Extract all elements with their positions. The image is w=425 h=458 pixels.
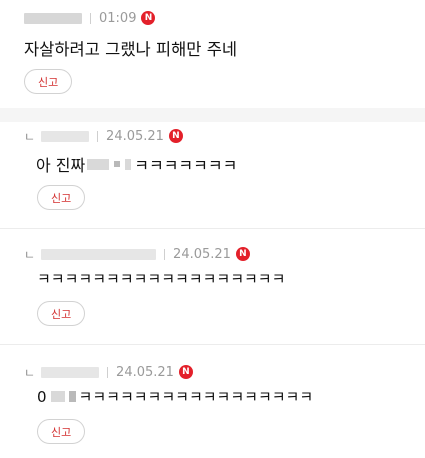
meta-divider: [90, 12, 91, 24]
report-button[interactable]: 신고: [24, 69, 73, 94]
reply-meta: ㄴ 24.05.21 N: [24, 363, 193, 381]
report-button[interactable]: 신고: [37, 419, 86, 444]
comment-list: 01:09 N 자살하려고 그랬나 피해만 주네 신고 ㄴ 24.05.21 N…: [0, 0, 425, 458]
comment-text-content: 자살하려고 그랬나 피해만 주네: [24, 40, 238, 59]
masked-text: [50, 391, 65, 402]
new-badge: N: [235, 247, 250, 261]
comment-text: 자살하려고 그랬나 피해만 주네: [24, 36, 237, 60]
divider-line: [0, 228, 425, 229]
masked-text: [68, 391, 76, 402]
reply-text-prefix: 아 진짜: [36, 156, 86, 175]
reply-meta: ㄴ 24.05.21 N: [24, 127, 183, 145]
reply-text-content: ㅋㅋㅋㅋㅋㅋㅋㅋㅋㅋㅋㅋㅋㅋㅋㅋㅋㅋ: [37, 270, 286, 288]
reply-text: 0 ㅋㅋㅋㅋㅋㅋㅋㅋㅋㅋㅋㅋㅋㅋㅋㅋㅋ: [37, 386, 313, 407]
reply-marker-icon: ㄴ: [24, 365, 36, 380]
reply-text: ㅋㅋㅋㅋㅋㅋㅋㅋㅋㅋㅋㅋㅋㅋㅋㅋㅋㅋ: [37, 268, 285, 289]
section-gap: [0, 108, 425, 122]
masked-username: [41, 366, 100, 378]
reply-text-suffix: ㅋㅋㅋㅋㅋㅋㅋ: [134, 156, 238, 175]
reply-text: 아 진짜 ㅋㅋㅋㅋㅋㅋㅋ: [36, 152, 237, 176]
reply-time: 24.05.21: [173, 246, 231, 262]
new-badge: N: [141, 11, 156, 25]
reply-time: 24.05.21: [106, 128, 164, 144]
report-button[interactable]: 신고: [37, 185, 86, 210]
meta-divider: [97, 130, 99, 142]
masked-text: [125, 158, 132, 170]
divider-line: [0, 344, 425, 345]
masked-username: [24, 12, 82, 24]
new-badge: N: [178, 365, 193, 379]
comment-item: 01:09 N 자살하려고 그랬나 피해만 주네 신고: [0, 0, 425, 108]
masked-text: [87, 158, 110, 170]
reply-item: ㄴ 24.05.21 N 0 ㅋㅋㅋㅋㅋㅋㅋㅋㅋㅋㅋㅋㅋㅋㅋㅋㅋ 신고: [0, 350, 425, 458]
masked-text: [114, 161, 121, 167]
reply-marker-icon: ㄴ: [24, 247, 36, 262]
reply-marker-icon: ㄴ: [24, 129, 36, 144]
reply-item: ㄴ 24.05.21 N ㅋㅋㅋㅋㅋㅋㅋㅋㅋㅋㅋㅋㅋㅋㅋㅋㅋㅋ 신고: [0, 232, 425, 338]
comment-time: 01:09: [99, 10, 137, 26]
masked-username: [41, 248, 157, 260]
masked-username: [41, 130, 90, 142]
reply-meta: ㄴ 24.05.21 N: [24, 245, 250, 263]
reply-item: ㄴ 24.05.21 N 아 진짜 ㅋㅋㅋㅋㅋㅋㅋ 신고: [0, 122, 425, 226]
new-badge: N: [168, 129, 183, 143]
reply-text-prefix: 0: [37, 387, 47, 406]
comment-meta: 01:09 N: [24, 9, 156, 27]
report-button[interactable]: 신고: [37, 301, 86, 326]
reply-text-suffix: ㅋㅋㅋㅋㅋㅋㅋㅋㅋㅋㅋㅋㅋㅋㅋㅋㅋ: [78, 388, 314, 406]
meta-divider: [107, 366, 109, 378]
meta-divider: [164, 248, 166, 260]
reply-time: 24.05.21: [116, 364, 174, 380]
